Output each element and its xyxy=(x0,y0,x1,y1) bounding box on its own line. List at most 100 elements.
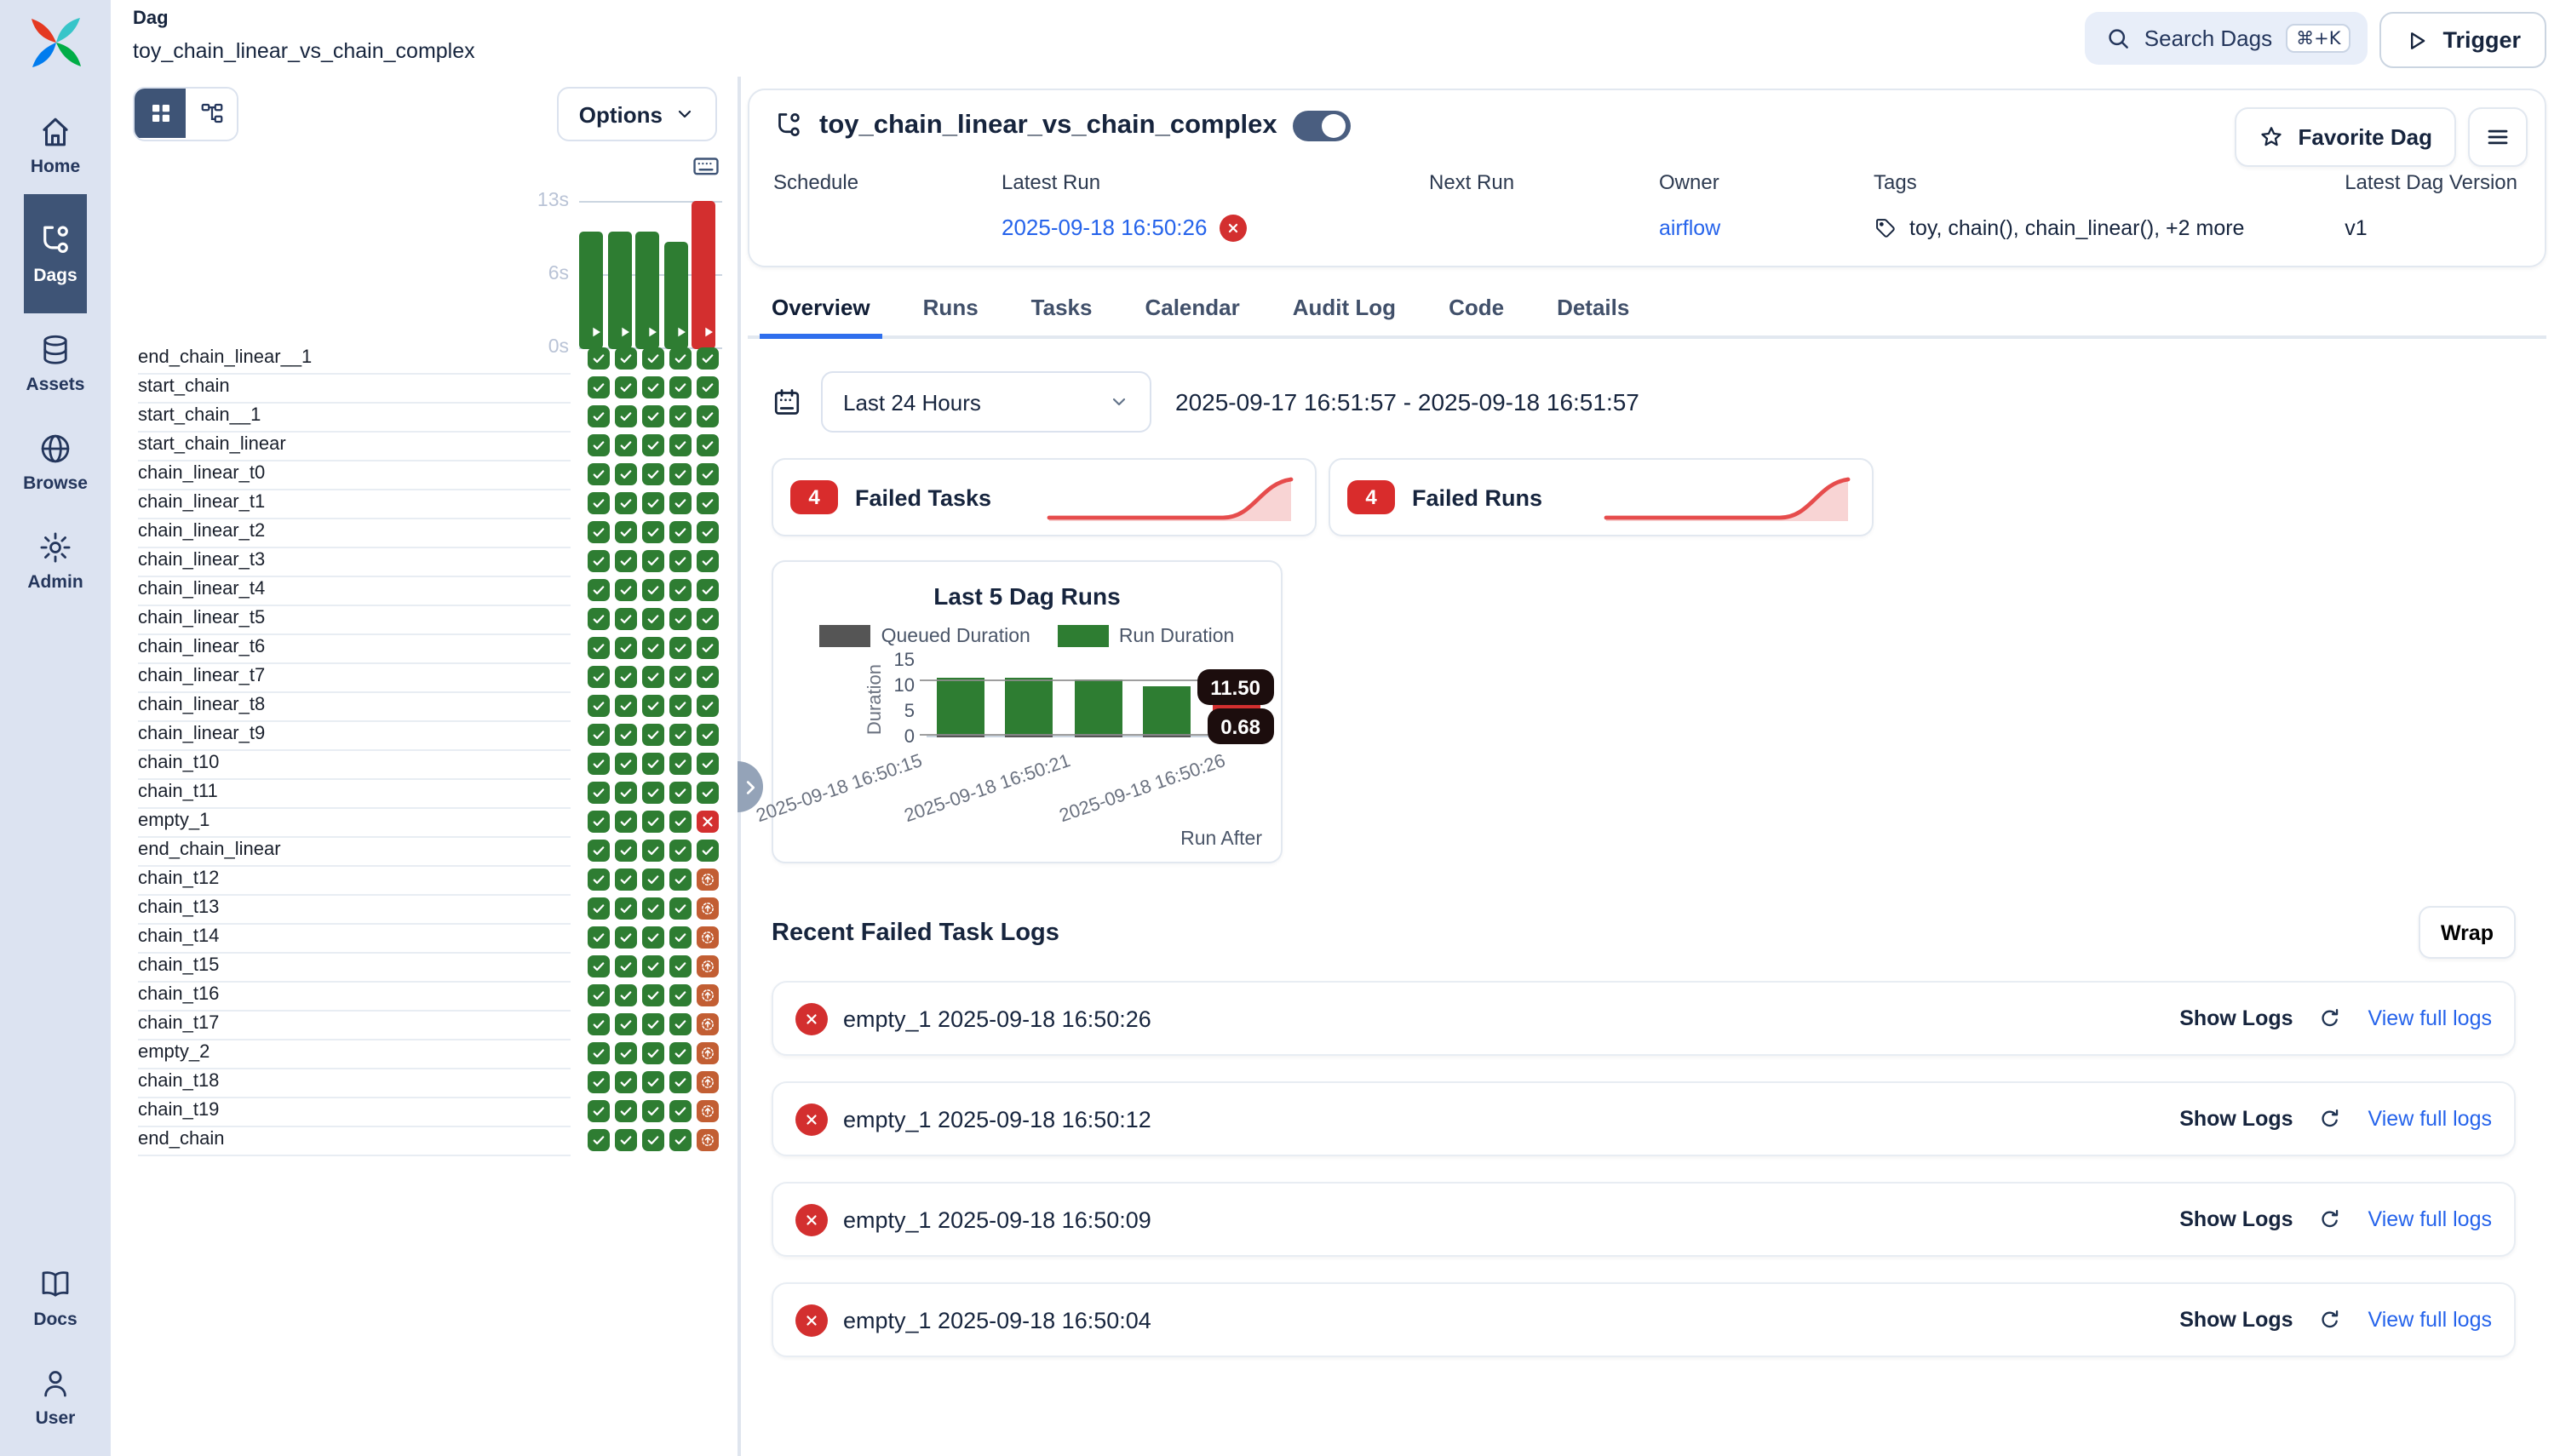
sidebar-item-dags[interactable]: Dags xyxy=(23,194,88,313)
task-instance-success-icon[interactable] xyxy=(642,492,664,514)
task-instance-success-icon[interactable] xyxy=(588,1013,611,1035)
tab-tasks[interactable]: Tasks xyxy=(1031,295,1093,335)
chart-run-bar[interactable] xyxy=(1005,678,1053,737)
task-instance-success-icon[interactable] xyxy=(669,811,692,833)
task-instance-success-icon[interactable] xyxy=(697,376,719,398)
task-instance-success-icon[interactable] xyxy=(588,521,611,543)
task-name[interactable]: empty_2 xyxy=(138,1038,570,1069)
task-instance-success-icon[interactable] xyxy=(588,579,611,601)
task-name[interactable]: end_chain_linear__1 xyxy=(138,343,570,374)
task-instance-success-icon[interactable] xyxy=(669,868,692,891)
task-instance-success-icon[interactable] xyxy=(588,347,611,370)
task-instance-success-icon[interactable] xyxy=(669,579,692,601)
task-instance-success-icon[interactable] xyxy=(669,1129,692,1151)
dag-run-duration-bar[interactable] xyxy=(607,232,631,349)
task-instance-success-icon[interactable] xyxy=(642,1100,664,1122)
tab-runs[interactable]: Runs xyxy=(923,295,979,335)
view-full-logs-link[interactable]: View full logs xyxy=(2368,1107,2492,1131)
task-instance-success-icon[interactable] xyxy=(616,1042,638,1064)
legend-queued-duration[interactable]: Queued Duration xyxy=(820,625,1030,647)
failed-run-status-icon[interactable] xyxy=(1219,214,1246,241)
tab-code[interactable]: Code xyxy=(1449,295,1504,335)
task-instance-success-icon[interactable] xyxy=(669,492,692,514)
task-name[interactable]: chain_linear_t0 xyxy=(138,459,570,490)
chart-run-bar[interactable] xyxy=(1075,679,1122,737)
task-instance-success-icon[interactable] xyxy=(616,724,638,746)
task-instance-success-icon[interactable] xyxy=(616,840,638,862)
task-instance-success-icon[interactable] xyxy=(588,811,611,833)
task-instance-upstream_failed-icon[interactable] xyxy=(697,1100,719,1122)
dag-run-duration-bar[interactable] xyxy=(635,232,659,349)
view-full-logs-link[interactable]: View full logs xyxy=(2368,1308,2492,1332)
dag-pause-toggle[interactable] xyxy=(1293,111,1351,141)
task-instance-success-icon[interactable] xyxy=(616,608,638,630)
refresh-icon[interactable] xyxy=(2319,1207,2343,1231)
task-name[interactable]: start_chain__1 xyxy=(138,401,570,432)
task-instance-success-icon[interactable] xyxy=(697,782,719,804)
task-name[interactable]: chain_t10 xyxy=(138,748,570,779)
task-instance-success-icon[interactable] xyxy=(616,955,638,977)
task-instance-success-icon[interactable] xyxy=(616,868,638,891)
task-name[interactable]: chain_linear_t5 xyxy=(138,604,570,634)
task-instance-success-icon[interactable] xyxy=(669,984,692,1006)
task-instance-success-icon[interactable] xyxy=(616,637,638,659)
task-instance-upstream_failed-icon[interactable] xyxy=(697,897,719,920)
dag-run-duration-bar[interactable] xyxy=(692,201,716,349)
dag-run-duration-bar[interactable] xyxy=(579,232,603,349)
task-instance-success-icon[interactable] xyxy=(588,1071,611,1093)
task-instance-success-icon[interactable] xyxy=(588,695,611,717)
task-instance-success-icon[interactable] xyxy=(642,347,664,370)
tab-audit-log[interactable]: Audit Log xyxy=(1293,295,1396,335)
options-button[interactable]: Options xyxy=(557,87,717,141)
show-logs-button[interactable]: Show Logs xyxy=(2179,1207,2293,1231)
task-instance-success-icon[interactable] xyxy=(616,1100,638,1122)
task-instance-success-icon[interactable] xyxy=(642,434,664,456)
tags-value[interactable]: toy, chain(), chain_linear(), +2 more xyxy=(1909,215,2244,239)
task-instance-success-icon[interactable] xyxy=(697,666,719,688)
search-dags-button[interactable]: Search Dags ⌘+K xyxy=(2085,12,2368,65)
task-instance-success-icon[interactable] xyxy=(697,521,719,543)
task-name[interactable]: chain_t14 xyxy=(138,922,570,953)
graph-view-button[interactable] xyxy=(186,89,237,138)
failed-runs-card[interactable]: 4 Failed Runs xyxy=(1329,458,1874,536)
task-name[interactable]: chain_linear_t4 xyxy=(138,575,570,605)
task-instance-success-icon[interactable] xyxy=(697,492,719,514)
legend-run-duration[interactable]: Run Duration xyxy=(1058,625,1235,647)
task-instance-upstream_failed-icon[interactable] xyxy=(697,984,719,1006)
task-instance-success-icon[interactable] xyxy=(616,521,638,543)
panel-divider[interactable] xyxy=(738,77,741,1456)
task-instance-success-icon[interactable] xyxy=(669,1100,692,1122)
task-instance-success-icon[interactable] xyxy=(588,868,611,891)
task-instance-success-icon[interactable] xyxy=(669,376,692,398)
show-logs-button[interactable]: Show Logs xyxy=(2179,1107,2293,1131)
task-instance-success-icon[interactable] xyxy=(642,608,664,630)
latest-run-link[interactable]: 2025-09-18 16:50:26 xyxy=(1002,215,1207,240)
task-instance-success-icon[interactable] xyxy=(588,637,611,659)
view-full-logs-link[interactable]: View full logs xyxy=(2368,1006,2492,1030)
task-instance-upstream_failed-icon[interactable] xyxy=(697,955,719,977)
task-instance-success-icon[interactable] xyxy=(642,695,664,717)
task-name[interactable]: chain_linear_t2 xyxy=(138,517,570,547)
task-instance-success-icon[interactable] xyxy=(642,1013,664,1035)
task-name[interactable]: end_chain_linear xyxy=(138,835,570,866)
sidebar-item-user[interactable]: User xyxy=(0,1347,111,1446)
task-instance-success-icon[interactable] xyxy=(588,782,611,804)
task-name[interactable]: chain_t13 xyxy=(138,893,570,924)
task-instance-success-icon[interactable] xyxy=(669,753,692,775)
task-instance-success-icon[interactable] xyxy=(642,1129,664,1151)
task-instance-success-icon[interactable] xyxy=(642,666,664,688)
task-instance-success-icon[interactable] xyxy=(588,608,611,630)
task-instance-success-icon[interactable] xyxy=(588,955,611,977)
task-instance-success-icon[interactable] xyxy=(616,405,638,427)
task-instance-success-icon[interactable] xyxy=(588,926,611,949)
task-instance-success-icon[interactable] xyxy=(588,724,611,746)
task-name[interactable]: chain_t16 xyxy=(138,980,570,1011)
view-full-logs-link[interactable]: View full logs xyxy=(2368,1207,2492,1231)
task-instance-success-icon[interactable] xyxy=(642,405,664,427)
task-instance-success-icon[interactable] xyxy=(588,666,611,688)
failed-tasks-card[interactable]: 4 Failed Tasks xyxy=(772,458,1317,536)
task-instance-success-icon[interactable] xyxy=(588,1100,611,1122)
task-instance-success-icon[interactable] xyxy=(669,550,692,572)
task-instance-success-icon[interactable] xyxy=(616,492,638,514)
task-name[interactable]: chain_t19 xyxy=(138,1096,570,1126)
